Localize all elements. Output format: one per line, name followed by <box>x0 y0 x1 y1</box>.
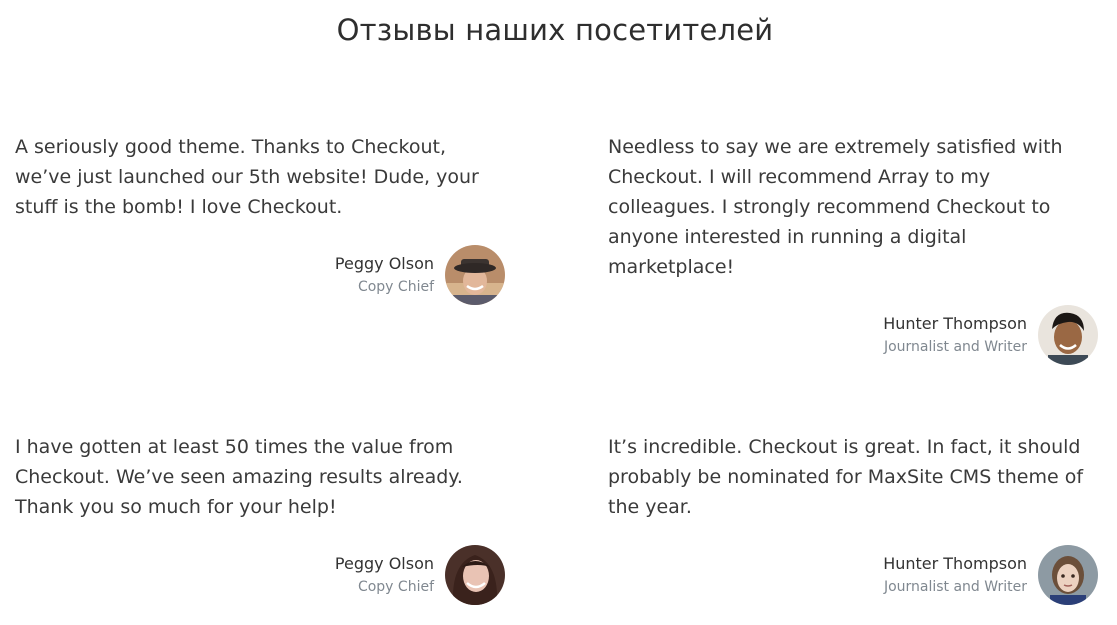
testimonial-quote: It’s incredible. Checkout is great. In f… <box>608 436 1084 518</box>
author-info: Hunter Thompson Journalist and Writer <box>883 312 1027 358</box>
author-info: Peggy Olson Copy Chief <box>335 552 434 598</box>
testimonial-author: Hunter Thompson Journalist and Writer <box>608 305 1098 365</box>
testimonial-card: It’s incredible. Checkout is great. In f… <box>608 432 1098 605</box>
author-name: Peggy Olson <box>334 254 434 273</box>
testimonial-card: I have gotten at least 50 times the valu… <box>15 432 505 605</box>
testimonial-author: Hunter Thompson Journalist and Writer <box>608 545 1098 605</box>
author-name: Hunter Thompson <box>883 554 1027 573</box>
testimonial-quote: A seriously good theme. Thanks to Checko… <box>15 136 479 218</box>
testimonial-quote: I have gotten at least 50 times the valu… <box>15 436 463 518</box>
author-info: Hunter Thompson Journalist and Writer <box>883 552 1027 598</box>
avatar <box>1038 545 1098 605</box>
author-role: Copy Chief <box>357 579 434 595</box>
avatar <box>445 545 505 605</box>
testimonial-card: A seriously good theme. Thanks to Checko… <box>15 132 505 305</box>
testimonial-author: Peggy Olson Copy Chief <box>15 545 505 605</box>
author-info: Peggy Olson Copy Chief <box>335 252 434 298</box>
author-role: Journalist and Writer <box>883 579 1027 595</box>
author-role: Copy Chief <box>357 279 434 295</box>
avatar <box>445 245 505 305</box>
testimonial-author: Peggy Olson Copy Chief <box>15 245 505 305</box>
testimonial-card: Needless to say we are extremely satisfi… <box>608 132 1098 365</box>
author-name: Hunter Thompson <box>883 314 1027 333</box>
avatar <box>1038 305 1098 365</box>
page-title: Отзывы наших посетителей <box>336 13 774 47</box>
author-name: Peggy Olson <box>334 554 434 573</box>
author-role: Journalist and Writer <box>883 339 1027 355</box>
testimonial-quote: Needless to say we are extremely satisfi… <box>608 136 1063 278</box>
